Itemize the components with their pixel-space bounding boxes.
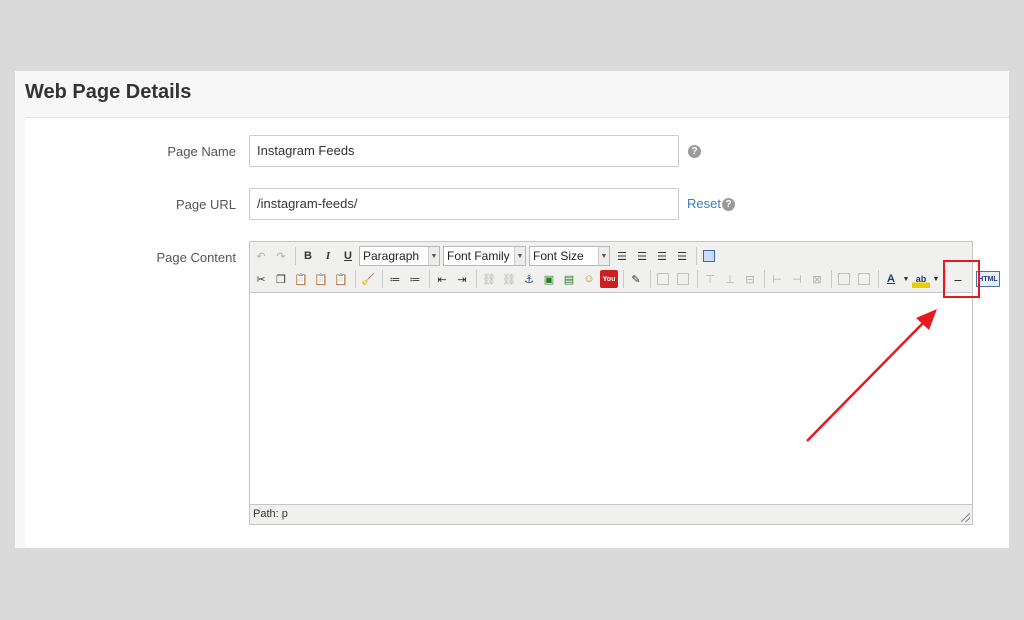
toolbar-separator xyxy=(429,270,430,288)
underline-button[interactable]: U xyxy=(339,247,357,265)
paste-text-icon[interactable]: 📋 xyxy=(312,270,330,288)
page-url-label: Page URL xyxy=(176,197,236,212)
italic-button[interactable]: I xyxy=(319,247,337,265)
youtube-icon[interactable]: You xyxy=(600,270,618,288)
insert-row-before-icon[interactable]: ⊤ xyxy=(701,270,719,288)
split-cells-icon[interactable] xyxy=(835,270,853,288)
font-size-select[interactable]: Font Size ▼ xyxy=(529,246,610,266)
insert-row-after-icon[interactable]: ⊥ xyxy=(721,270,739,288)
bold-button[interactable]: B xyxy=(299,247,317,265)
toolbar-row-2: ✂ ❐ 📋 📋 📋 🧹 ≔ ≔ ⇤ ⇥ ⛓ ⛓ ⚓ ▣ ▤ ☺ You ✎ ⊤ … xyxy=(252,268,1000,290)
table-row-props-icon[interactable] xyxy=(654,270,672,288)
panel-title: Web Page Details xyxy=(25,81,192,103)
cut-icon[interactable]: ✂ xyxy=(252,270,270,288)
numbered-list-icon[interactable]: ≔ xyxy=(406,270,424,288)
anchor-icon[interactable]: ⚓ xyxy=(520,270,538,288)
link-icon[interactable]: ⛓ xyxy=(480,270,498,288)
delete-row-icon[interactable]: ⊟ xyxy=(741,270,759,288)
toolbar-separator xyxy=(650,270,651,288)
editor-content-area[interactable] xyxy=(250,294,972,504)
chevron-down-icon[interactable]: ▼ xyxy=(902,270,910,288)
text-color-icon[interactable]: A xyxy=(882,270,900,288)
clean-format-icon[interactable]: 🧹 xyxy=(359,270,377,288)
chevron-down-icon: ▼ xyxy=(514,247,525,265)
reset-url-link[interactable]: Reset xyxy=(687,196,721,211)
align-left-icon[interactable]: ☰ xyxy=(613,247,631,265)
toolbar-row-1: ↶ ↷ B I U Paragraph ▼ Font Family ▼ Font… xyxy=(252,245,720,267)
editor-statusbar: Path: p xyxy=(250,504,972,524)
toolbar-separator xyxy=(476,270,477,288)
page-name-input[interactable]: Instagram Feeds xyxy=(249,135,679,167)
indent-icon[interactable]: ⇥ xyxy=(453,270,471,288)
merge-cells-icon[interactable] xyxy=(855,270,873,288)
toolbar-separator xyxy=(696,247,697,265)
toolbar-separator xyxy=(623,270,624,288)
undo-icon[interactable]: ↶ xyxy=(252,247,270,265)
resize-handle-icon[interactable] xyxy=(961,513,970,522)
editor-toolbar: ↶ ↷ B I U Paragraph ▼ Font Family ▼ Font… xyxy=(250,242,1000,293)
redo-icon[interactable]: ↷ xyxy=(272,247,290,265)
font-size-select-value: Font Size xyxy=(533,249,584,263)
chevron-down-icon: ▼ xyxy=(428,247,439,265)
chevron-down-icon: ▼ xyxy=(598,247,609,265)
align-justify-icon[interactable]: ☰ xyxy=(673,247,691,265)
page-name-help-icon[interactable]: ? xyxy=(688,145,701,158)
toolbar-separator xyxy=(764,270,765,288)
outdent-icon[interactable]: ⇤ xyxy=(433,270,451,288)
font-family-select[interactable]: Font Family ▼ xyxy=(443,246,526,266)
toolbar-separator xyxy=(697,270,698,288)
highlight-color-icon[interactable]: ab xyxy=(912,270,930,288)
html-button-highlight xyxy=(943,260,980,298)
paste-word-icon[interactable]: 📋 xyxy=(332,270,350,288)
toolbar-separator xyxy=(355,270,356,288)
font-family-select-value: Font Family xyxy=(447,249,510,263)
format-select[interactable]: Paragraph ▼ xyxy=(359,246,440,266)
insert-col-after-icon[interactable]: ⊣ xyxy=(788,270,806,288)
align-center-icon[interactable]: ☰ xyxy=(633,247,651,265)
page-url-help-icon[interactable]: ? xyxy=(722,198,735,211)
unlink-icon[interactable]: ⛓ xyxy=(500,270,518,288)
page-url-input[interactable]: /instagram-feeds/ xyxy=(249,188,679,220)
media-icon[interactable]: ▤ xyxy=(560,270,578,288)
toolbar-separator xyxy=(382,270,383,288)
status-path: Path: p xyxy=(253,508,288,520)
paste-icon[interactable]: 📋 xyxy=(292,270,310,288)
delete-col-icon[interactable]: ⊠ xyxy=(808,270,826,288)
bullet-list-icon[interactable]: ≔ xyxy=(386,270,404,288)
page-content-label: Page Content xyxy=(156,250,236,265)
align-right-icon[interactable]: ☰ xyxy=(653,247,671,265)
edit-icon[interactable]: ✎ xyxy=(627,270,645,288)
page-name-label: Page Name xyxy=(167,144,236,159)
chevron-down-icon[interactable]: ▼ xyxy=(932,270,940,288)
toolbar-separator xyxy=(831,270,832,288)
panel-header: Web Page Details xyxy=(15,71,1009,116)
table-cell-props-icon[interactable] xyxy=(674,270,692,288)
emoticon-icon[interactable]: ☺ xyxy=(580,270,598,288)
rich-text-editor: ↶ ↷ B I U Paragraph ▼ Font Family ▼ Font… xyxy=(249,241,1000,525)
toolbar-separator xyxy=(295,247,296,265)
insert-col-before-icon[interactable]: ⊢ xyxy=(768,270,786,288)
image-icon[interactable]: ▣ xyxy=(540,270,558,288)
format-select-value: Paragraph xyxy=(363,249,420,263)
fullscreen-icon[interactable] xyxy=(700,247,718,265)
toolbar-separator xyxy=(878,270,879,288)
copy-icon[interactable]: ❐ xyxy=(272,270,290,288)
